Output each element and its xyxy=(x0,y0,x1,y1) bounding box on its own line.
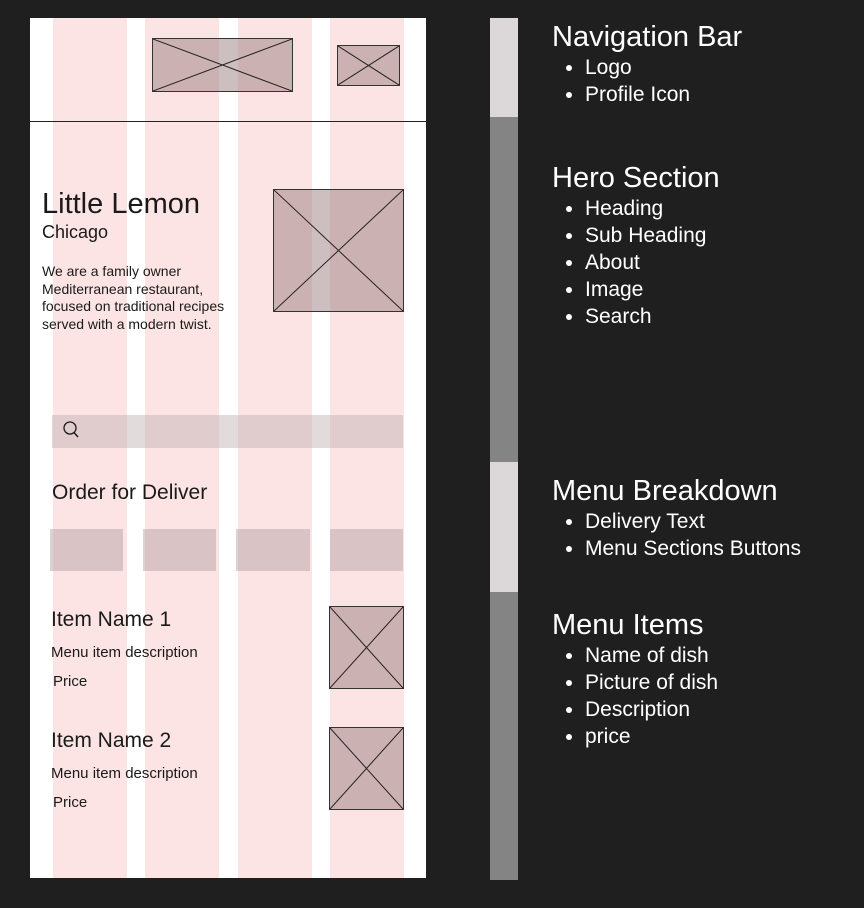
hero-about: We are a family owner Mediterranean rest… xyxy=(42,263,225,332)
menu-item-description: Menu item description xyxy=(51,644,198,661)
order-for-delivery-text: Order for Deliver xyxy=(52,481,208,504)
legend-item: Sub Heading xyxy=(585,222,720,249)
profile-icon-placeholder[interactable] xyxy=(337,45,400,86)
wireframe-page: Little Lemon Chicago We are a family own… xyxy=(0,0,864,908)
section-bar-navigation xyxy=(490,18,518,117)
legend-item: Profile Icon xyxy=(585,81,742,108)
legend-menu-items: Menu Items Name of dish Picture of dish … xyxy=(552,608,718,750)
legend-navigation-bar: Navigation Bar Logo Profile Icon xyxy=(552,20,742,108)
search-icon[interactable] xyxy=(61,420,81,440)
legend-item: Image xyxy=(585,276,720,303)
menu-section-button[interactable] xyxy=(236,529,310,571)
legend-list: Logo Profile Icon xyxy=(552,54,742,108)
menu-item-description: Menu item description xyxy=(51,765,198,782)
section-bar-menu-items xyxy=(490,592,518,880)
logo-placeholder[interactable] xyxy=(152,38,293,92)
legend-title: Menu Breakdown xyxy=(552,475,778,507)
menu-section-button[interactable] xyxy=(50,529,123,571)
legend-title: Navigation Bar xyxy=(552,21,743,53)
legend-list: Delivery Text Menu Sections Buttons xyxy=(552,508,801,562)
legend-item: Description xyxy=(585,696,718,723)
legend-item: Logo xyxy=(585,54,742,81)
nav-divider xyxy=(30,121,426,122)
legend-item: Name of dish xyxy=(585,642,718,669)
hero-subheading: Chicago xyxy=(42,222,109,242)
menu-item-name: Item Name 2 xyxy=(51,729,172,752)
legend-menu-breakdown: Menu Breakdown Delivery Text Menu Sectio… xyxy=(552,474,801,562)
menu-item-price: Price xyxy=(53,794,88,811)
legend-title: Hero Section xyxy=(552,162,720,194)
menu-item-image-placeholder[interactable] xyxy=(329,727,404,810)
legend-list: Name of dish Picture of dish Description… xyxy=(552,642,718,750)
legend-hero-section: Hero Section Heading Sub Heading About I… xyxy=(552,161,720,330)
hero-heading: Little Lemon xyxy=(42,188,200,220)
legend-item: Heading xyxy=(585,195,720,222)
mobile-wireframe: Little Lemon Chicago We are a family own… xyxy=(30,18,426,878)
legend-list: Heading Sub Heading About Image Search xyxy=(552,195,720,330)
menu-item-name: Item Name 1 xyxy=(51,608,172,631)
menu-item-price: Price xyxy=(53,673,88,690)
search-bar[interactable] xyxy=(52,415,403,448)
menu-item-image-placeholder[interactable] xyxy=(329,606,404,689)
legend-title: Menu Items xyxy=(552,609,704,641)
menu-section-button[interactable] xyxy=(330,529,403,571)
section-bar-hero xyxy=(490,117,518,462)
legend-item: price xyxy=(585,723,718,750)
legend-item: Delivery Text xyxy=(585,508,801,535)
legend-item: About xyxy=(585,249,720,276)
legend-item: Search xyxy=(585,303,720,330)
legend-item: Menu Sections Buttons xyxy=(585,535,801,562)
hero-image-placeholder xyxy=(273,189,404,312)
legend-item: Picture of dish xyxy=(585,669,718,696)
section-bar-menu-breakdown xyxy=(490,462,518,592)
menu-section-button[interactable] xyxy=(143,529,216,571)
